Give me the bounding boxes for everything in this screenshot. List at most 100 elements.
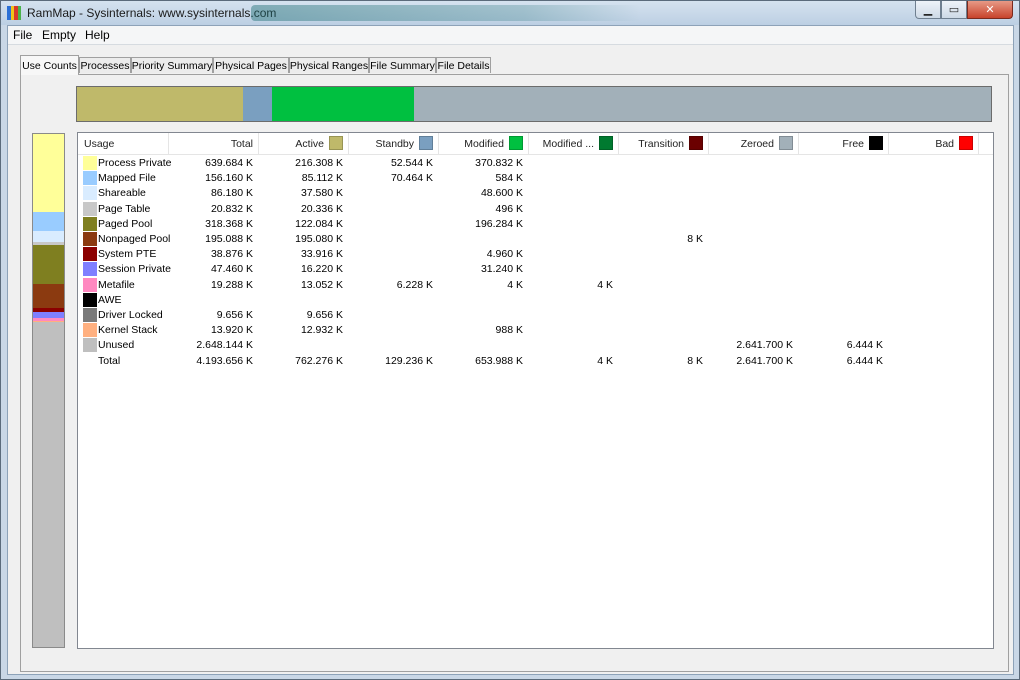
- column-header-total[interactable]: Total: [169, 133, 259, 154]
- column-header-label: Modified: [464, 138, 504, 150]
- column-header-label: Zeroed: [740, 138, 774, 150]
- column-header-modified[interactable]: Modified: [439, 133, 529, 154]
- usage-color-swatch: [83, 247, 97, 262]
- usage-label: Unused: [98, 339, 135, 352]
- tab-physical-pages[interactable]: Physical Pages: [213, 57, 289, 73]
- usage-color-bar: [32, 133, 65, 648]
- title-bar[interactable]: RamMap - Sysinternals: www.sysinternals.…: [1, 1, 1019, 25]
- table-row[interactable]: Unused 2.648.144 K 2.641.700 K 6.444 K: [78, 338, 993, 353]
- usage-label: Mapped File: [98, 172, 156, 185]
- cell-modified: 496 K: [495, 202, 523, 215]
- usage-label: Paged Pool: [98, 217, 153, 230]
- cell-standby: 129.236 K: [385, 354, 433, 367]
- column-header-usage[interactable]: Usage: [78, 133, 169, 154]
- cell-active: 122.084 K: [295, 217, 343, 230]
- usage-label: Driver Locked: [98, 309, 163, 321]
- column-header-label: Modified ...: [542, 138, 594, 150]
- cell-total: 639.684 K: [205, 157, 253, 169]
- cell-modified: 4.960 K: [486, 248, 523, 261]
- tab-file-details[interactable]: File Details: [436, 57, 491, 73]
- column-header-zeroed[interactable]: Zeroed: [709, 133, 799, 154]
- table-row[interactable]: Driver Locked 9.656 K 9.656 K: [78, 308, 993, 323]
- menu-help[interactable]: Help: [85, 28, 110, 42]
- overview-segment-active: [77, 87, 244, 121]
- minimize-button[interactable]: ▁: [915, 1, 941, 19]
- menu-bar: File Empty Help: [8, 26, 1013, 45]
- menu-empty[interactable]: Empty: [42, 28, 76, 42]
- cell-active: 13.052 K: [300, 278, 343, 291]
- table-row[interactable]: Kernel Stack 13.920 K 12.932 K 988 K: [78, 323, 993, 338]
- cell-total: 13.920 K: [210, 324, 253, 337]
- table-total-row[interactable]: Total 4.193.656 K 762.276 K 129.236 K 653.98…: [78, 354, 993, 369]
- caption-buttons: ▁ ▭ ✕: [915, 1, 1013, 19]
- cell-modified: 4 K: [597, 278, 613, 291]
- cell-modified: 48.600 K: [480, 187, 523, 200]
- usage-label: Shareable: [98, 187, 146, 200]
- table-row[interactable]: Nonpaged Pool 195.088 K 195.080 K 8 K: [78, 232, 993, 247]
- tab-processes[interactable]: Processes: [79, 57, 131, 73]
- close-button[interactable]: ✕: [967, 1, 1013, 19]
- cell-modified: 584 K: [495, 172, 523, 185]
- cell-active: 16.220 K: [300, 263, 343, 276]
- client-area: File Empty Help Use Counts Processes Pri…: [7, 25, 1014, 675]
- column-header-transition[interactable]: Transition: [619, 133, 709, 154]
- cell-free: 6.444 K: [846, 339, 883, 352]
- overview-segment-zeroed: [414, 87, 991, 121]
- column-header-modified[interactable]: Modified ...: [529, 133, 619, 154]
- tab-physical-ranges[interactable]: Physical Ranges: [289, 57, 369, 73]
- table-row[interactable]: Metafile 19.288 K 13.052 K 6.228 K 4 K 4 K: [78, 277, 993, 293]
- column-header-free[interactable]: Free: [799, 133, 889, 154]
- menu-file[interactable]: File: [13, 28, 32, 42]
- cell-total: 4.193.656 K: [196, 354, 253, 367]
- usage-label: Process Private: [98, 157, 172, 169]
- column-color-swatch: [869, 136, 883, 150]
- column-header-bad[interactable]: Bad: [889, 133, 979, 154]
- usage-color-swatch: [83, 216, 97, 231]
- cell-total: 2.648.144 K: [196, 339, 253, 352]
- usage-bar-segment-nonpaged-pool: [33, 283, 64, 308]
- table-row[interactable]: Process Private 639.684 K 216.308 K 52.544 …: [78, 156, 993, 171]
- tab-file-summary[interactable]: File Summary: [369, 57, 436, 73]
- overview-segment-standby: [243, 87, 272, 121]
- usage-color-swatch: [83, 262, 97, 277]
- column-header-active[interactable]: Active: [259, 133, 349, 154]
- column-header-label: Free: [842, 138, 864, 150]
- cell-active: 33.916 K: [300, 248, 343, 261]
- usage-label: Kernel Stack: [98, 324, 158, 337]
- cell-modified: 4 K: [597, 354, 613, 367]
- cell-total: 38.876 K: [210, 248, 253, 261]
- cell-modified: 31.240 K: [480, 263, 523, 276]
- usage-bar-segment-shareable: [33, 231, 64, 243]
- cell-total: 20.832 K: [210, 202, 253, 215]
- column-color-swatch: [509, 136, 523, 150]
- cell-total: 195.088 K: [205, 233, 253, 245]
- cell-total: 47.460 K: [210, 263, 253, 276]
- table-row[interactable]: Shareable 86.180 K 37.580 K 48.600 K: [78, 186, 993, 201]
- rammap-app-icon[interactable]: [7, 6, 21, 20]
- usage-label: Nonpaged Pool: [98, 233, 171, 245]
- column-header-standby[interactable]: Standby: [349, 133, 439, 154]
- cell-modified: 653.988 K: [475, 354, 523, 367]
- usage-label: Metafile: [98, 278, 135, 291]
- usage-color-swatch: [83, 201, 97, 216]
- table-row[interactable]: System PTE 38.876 K 33.916 K 4.960 K: [78, 247, 993, 262]
- tab-use-counts[interactable]: Use Counts: [20, 55, 79, 75]
- cell-total: 86.180 K: [210, 187, 253, 200]
- table-row[interactable]: Session Private 47.460 K 16.220 K 31.240 K: [78, 262, 993, 277]
- cell-active: 85.112 K: [301, 172, 343, 185]
- maximize-button[interactable]: ▭: [941, 1, 967, 19]
- cell-modified: 370.832 K: [475, 157, 523, 169]
- usage-label: Session Private: [98, 263, 171, 276]
- use-counts-table[interactable]: Usage Total Active Standby Modified Modified …: [77, 132, 994, 649]
- cell-total: 19.288 K: [210, 278, 253, 291]
- cell-free: 6.444 K: [846, 354, 883, 367]
- column-color-swatch: [329, 136, 343, 150]
- table-row[interactable]: Page Table 20.832 K 20.336 K 496 K: [78, 201, 993, 217]
- usage-bar-segment-process-private: [33, 134, 64, 213]
- table-row[interactable]: Mapped File 156.160 K 85.112 K 70.464 K 584 …: [78, 171, 993, 186]
- usage-label: Page Table: [98, 202, 151, 215]
- usage-color-swatch: [83, 308, 97, 322]
- tab-priority-summary[interactable]: Priority Summary: [131, 57, 213, 73]
- table-row[interactable]: Paged Pool 318.368 K 122.084 K 196.284 K: [78, 216, 993, 232]
- table-row[interactable]: AWE: [78, 292, 993, 308]
